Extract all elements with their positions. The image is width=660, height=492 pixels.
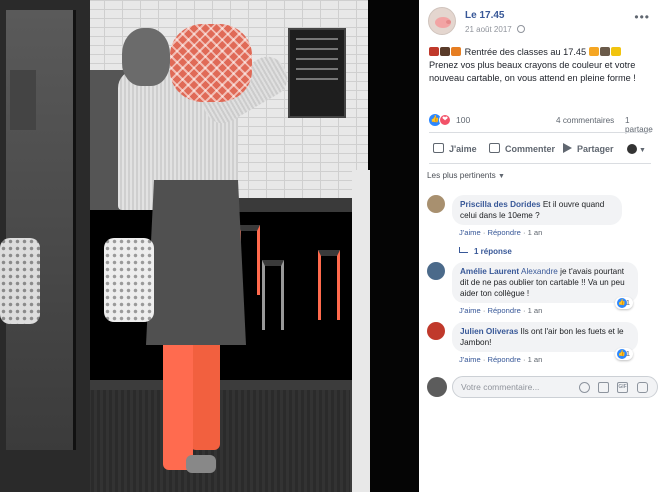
comment-reaction-count: 1 [625, 349, 630, 358]
comment-like-link[interactable]: J'aime [459, 306, 481, 315]
photo-table [232, 198, 362, 212]
page-avatar[interactable] [428, 7, 456, 35]
comment-icon [489, 143, 500, 153]
comment-item: Amélie Laurent Alexandre je t'avais pour… [427, 262, 655, 316]
post-photo[interactable] [0, 0, 419, 492]
emoji-icon[interactable] [579, 382, 590, 393]
notebook-emoji-icon [599, 47, 610, 56]
post-header: Le 17.45 21 août 2017 ••• [419, 0, 660, 40]
gif-icon[interactable]: GIF [617, 382, 628, 393]
sort-label: Les plus pertinents [427, 171, 496, 180]
photo-gloves [104, 238, 154, 322]
photo-right-frame [352, 170, 372, 492]
comment-input-box[interactable]: GIF [452, 376, 658, 398]
post-text-line2: Prenez vos plus beaux crayons de couleur… [429, 60, 636, 83]
action-bar: J'aime Commenter Partager ▼ [429, 137, 651, 161]
divider [429, 132, 651, 133]
post-date[interactable]: 21 août 2017 [465, 24, 525, 34]
photo-person-leg [163, 330, 193, 470]
photo-gloves-reflection [0, 238, 40, 324]
comments-count-link[interactable]: 4 commentaires [556, 116, 614, 125]
profile-dot-icon [627, 144, 637, 154]
avatar[interactable] [427, 195, 445, 213]
pig-snout-icon [446, 20, 451, 24]
reactions-count[interactable]: 100 [456, 115, 470, 125]
camera-icon[interactable] [598, 382, 609, 393]
avatar[interactable] [427, 322, 445, 340]
comment-time[interactable]: 1 an [528, 306, 543, 315]
photo-door-sign [10, 70, 36, 130]
comment-reaction-badge[interactable]: 👍 1 [615, 297, 633, 309]
post-text-line1: Rentrée des classes au 17.45 [464, 47, 589, 57]
comment-bubble: Priscilla des Dorides Et il ouvre quand … [452, 195, 622, 225]
avatar[interactable] [427, 262, 445, 280]
comment-mention[interactable]: Alexandre [521, 267, 558, 276]
photo-stool [318, 250, 340, 320]
photo-basket [170, 24, 252, 102]
photo-right-shadow [370, 0, 419, 492]
reply-arrow-icon [459, 247, 468, 253]
wine-glass-emoji-icon [429, 47, 439, 56]
view-replies-link[interactable]: 1 réponse [459, 247, 512, 256]
photo-blackboard [288, 28, 346, 118]
like-button[interactable]: J'aime [433, 137, 477, 161]
avatar[interactable] [427, 377, 447, 397]
comment-input[interactable] [461, 377, 581, 397]
photo-person-apron [146, 180, 246, 345]
comment-composer: GIF [427, 374, 658, 400]
reactions-bar: 👍 ❤ 100 4 commentaires 1 partage [429, 114, 653, 134]
comment-bubble: Julien Oliveras Ils ont l'air bon les fu… [452, 322, 638, 352]
pencil-emoji-icon [451, 47, 461, 56]
divider [429, 163, 651, 164]
globe-icon [516, 24, 525, 33]
comment-author[interactable]: Amélie Laurent [460, 267, 519, 276]
view-replies-label: 1 réponse [474, 247, 512, 256]
comment-button-label: Commenter [505, 144, 556, 154]
school-emoji-icon [588, 47, 599, 56]
comment-reply-link[interactable]: Répondre [487, 228, 520, 237]
comment-button[interactable]: Commenter [489, 137, 555, 161]
page-name-link[interactable]: Le 17.45 [465, 10, 504, 21]
comment-like-link[interactable]: J'aime [459, 355, 481, 364]
comment-item: Julien Oliveras Ils ont l'air bon les fu… [427, 322, 655, 366]
thumbs-up-icon [433, 143, 444, 153]
like-button-label: J'aime [449, 144, 477, 154]
comment-like-link[interactable]: J'aime [459, 228, 481, 237]
comment-reply-link[interactable]: Répondre [487, 306, 520, 315]
smile-emoji-icon [610, 47, 621, 56]
share-button-label: Partager [577, 144, 614, 154]
photo-person-head [122, 28, 170, 86]
comment-meta: J'aime · Répondre · 1 an [459, 355, 543, 364]
chevron-down-icon: ▼ [639, 147, 646, 154]
post-panel: Le 17.45 21 août 2017 ••• Rentrée des cl… [419, 0, 660, 492]
comment-reply-link[interactable]: Répondre [487, 355, 520, 364]
comment-author[interactable]: Priscilla des Dorides [460, 200, 541, 209]
comment-reaction-count: 1 [625, 298, 630, 307]
comment-sort-dropdown[interactable]: Les plus pertinents ▼ [427, 171, 505, 180]
bag-emoji-icon [440, 47, 450, 56]
comment-time[interactable]: 1 an [528, 228, 543, 237]
comment-meta: J'aime · Répondre · 1 an [459, 228, 543, 237]
chevron-down-icon: ▼ [498, 173, 505, 180]
post-text: Rentrée des classes au 17.45 Prenez vos … [429, 46, 655, 85]
comment-time[interactable]: 1 an [528, 355, 543, 364]
photo-stool [262, 260, 284, 330]
share-button[interactable]: Partager [563, 137, 614, 161]
more-icon[interactable]: ••• [634, 10, 650, 24]
share-icon [563, 143, 572, 153]
react-as-selector[interactable]: ▼ [627, 137, 646, 161]
comment-meta: J'aime · Répondre · 1 an [459, 306, 543, 315]
comment-reaction-badge[interactable]: 👍 1 [615, 348, 633, 360]
comment-bubble: Amélie Laurent Alexandre je t'avais pour… [452, 262, 638, 303]
comment-item: Priscilla des Dorides Et il ouvre quand … [427, 195, 655, 237]
post-date-text[interactable]: 21 août 2017 [465, 25, 512, 34]
love-icon[interactable]: ❤ [439, 114, 451, 126]
comment-author[interactable]: Julien Oliveras [460, 327, 518, 336]
sticker-icon[interactable] [637, 382, 648, 393]
photo-person-shoe [186, 455, 216, 473]
